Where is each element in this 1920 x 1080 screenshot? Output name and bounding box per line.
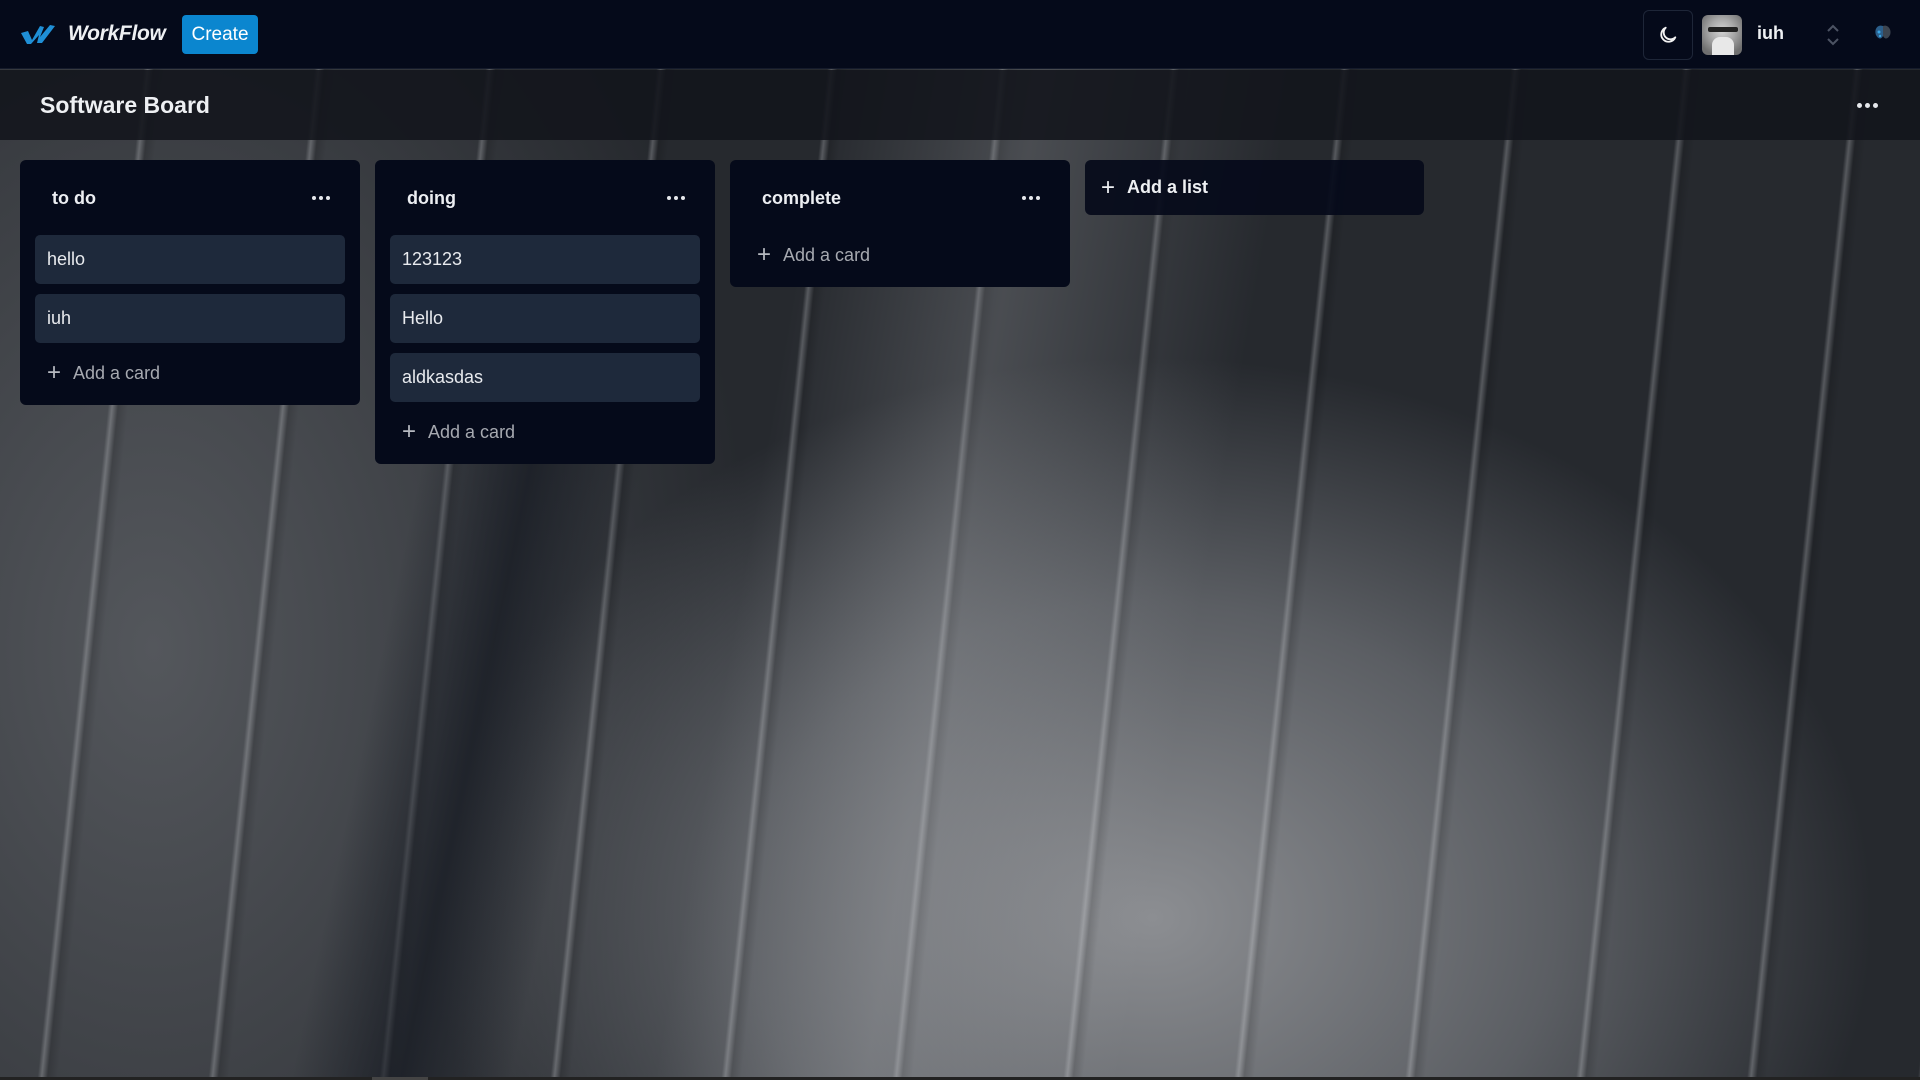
list-header: complete [730,160,1070,235]
list-doing: doing 123123 Hello aldkasdas + Add a car… [375,160,715,464]
more-dot [319,196,323,200]
add-list-button[interactable]: + Add a list [1085,160,1424,215]
more-dot [1029,196,1033,200]
list-title[interactable]: doing [407,188,456,209]
top-navbar: WorkFlow Create iuh [0,0,1920,69]
chevron-up-down-icon[interactable] [1825,22,1841,48]
plus-icon: + [402,418,417,445]
more-horizontal-icon [312,196,316,200]
more-dot [1864,102,1870,108]
more-dot [1872,102,1878,108]
list-header: to do [20,160,360,235]
avatar-figure [1712,37,1734,55]
list-complete: complete + Add a card [730,160,1070,287]
username[interactable]: iuh [1757,23,1784,44]
create-button[interactable]: Create [182,15,258,54]
board-title[interactable]: Software Board [40,92,210,119]
card[interactable]: hello [35,235,345,284]
more-horizontal-icon [1022,196,1026,200]
more-dot [1036,196,1040,200]
list-to-do: to do hello iuh + Add a card [20,160,360,405]
list-menu-button[interactable] [312,196,330,200]
list-menu-button[interactable] [1022,196,1040,200]
add-card-button[interactable]: + Add a card [375,412,515,452]
app-logo[interactable]: WorkFlow [20,22,166,46]
butterfly-icon[interactable] [1872,22,1894,48]
board-header: Software Board [0,70,1920,140]
list-header: doing [375,160,715,235]
user-avatar[interactable] [1702,15,1742,55]
avatar-glasses [1708,27,1738,32]
more-dot [681,196,685,200]
add-card-label: Add a card [428,421,516,442]
card[interactable]: iuh [35,294,345,343]
add-card-button[interactable]: + Add a card [730,235,870,275]
list-title[interactable]: to do [52,188,96,209]
add-list-label: Add a list [1127,177,1209,197]
theme-toggle-button[interactable] [1643,10,1693,60]
more-horizontal-icon [667,196,671,200]
workflow-logo-icon [21,25,55,44]
add-card-label: Add a card [73,362,161,383]
board-menu-button[interactable] [1855,95,1879,115]
more-horizontal-icon [1856,102,1862,108]
card[interactable]: Hello [390,294,700,343]
more-dot [674,196,678,200]
list-title[interactable]: complete [762,188,841,209]
card[interactable]: 123123 [390,235,700,284]
card[interactable]: aldkasdas [390,353,700,402]
list-menu-button[interactable] [667,196,685,200]
add-card-label: Add a card [783,244,871,265]
more-dot [326,196,330,200]
plus-icon: + [757,241,772,268]
add-card-button[interactable]: + Add a card [20,353,160,393]
plus-icon: + [1101,173,1116,201]
app-name: WorkFlow [68,22,166,45]
moon-icon [1660,26,1677,43]
plus-icon: + [47,359,62,386]
